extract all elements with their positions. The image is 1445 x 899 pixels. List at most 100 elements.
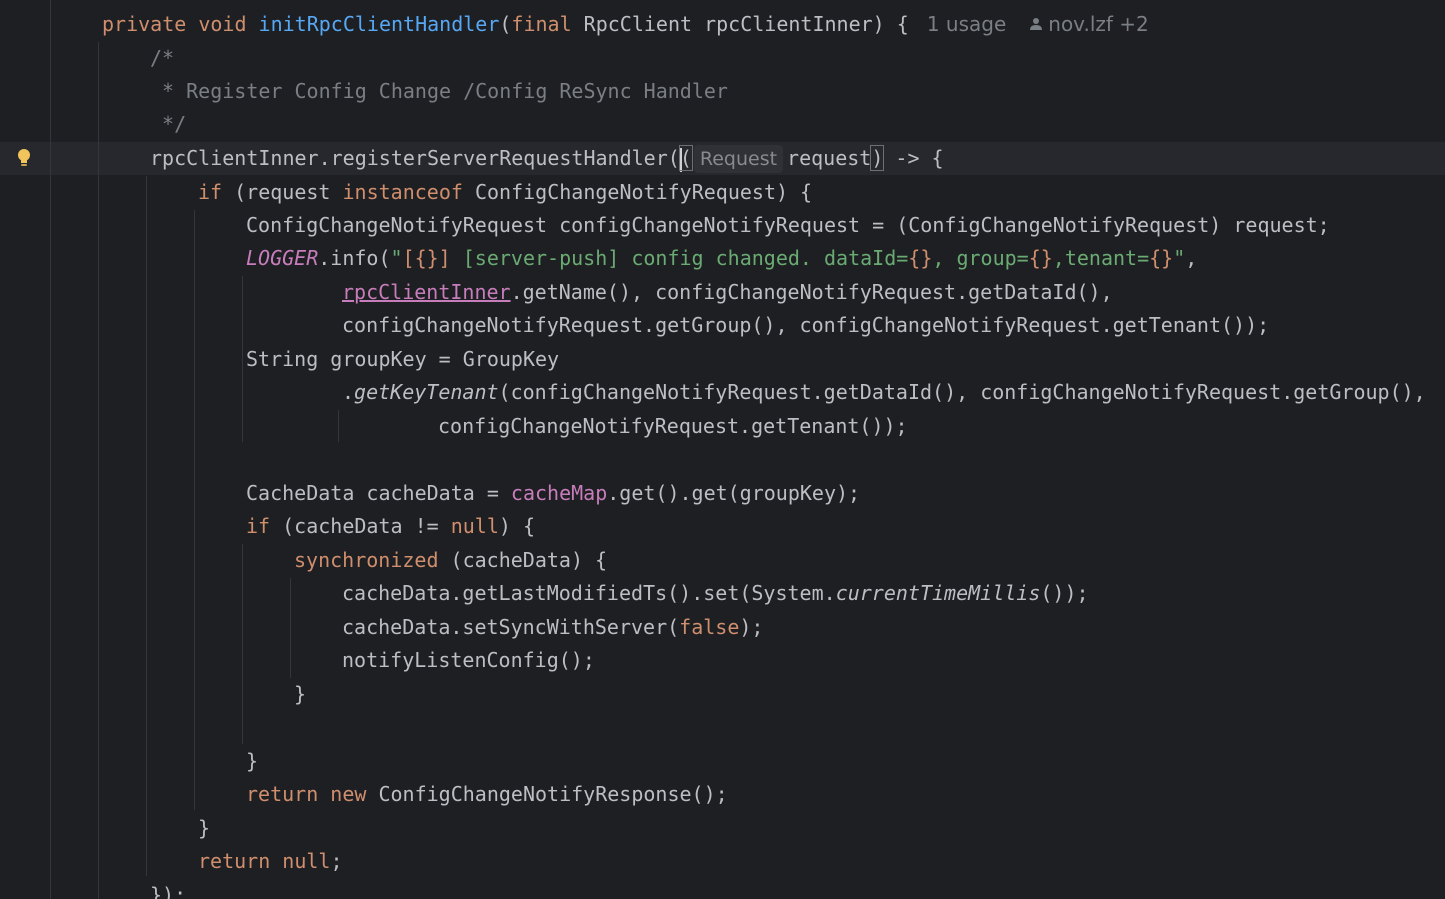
code-token: }); [150, 883, 187, 899]
code-token: (cacheData) { [450, 548, 608, 572]
code-line[interactable]: CacheData cacheData = cacheMap.get().get… [246, 477, 860, 510]
code-line[interactable]: synchronized (cacheData) { [294, 544, 607, 577]
code-token: false [679, 615, 740, 639]
code-token: final [511, 12, 584, 36]
code-token: ( [499, 12, 512, 36]
code-token: cacheData.getLastModifiedTs().set(System… [342, 581, 836, 605]
code-line[interactable]: LOGGER.info("[{}] [server-push] config c… [246, 242, 1197, 275]
author-name: nov.lzf +2 [1048, 12, 1149, 36]
code-token: cacheData.setSyncWithServer( [342, 615, 680, 639]
code-token: .getName(), configChangeNotifyRequest.ge… [510, 280, 1113, 304]
code-token: ConfigChangeNotifyRequest configChangeNo… [246, 213, 1330, 237]
code-token: */ [150, 112, 187, 136]
code-token: notifyListenConfig(); [342, 648, 595, 672]
code-token: (cacheData != [282, 514, 451, 538]
usage-count-hint[interactable]: 1 usage [927, 12, 1006, 36]
code-token: configChangeNotifyRequest.getGroup(), co… [342, 313, 1270, 337]
code-token: request [787, 146, 872, 170]
code-token: String groupKey = GroupKey [246, 347, 560, 371]
code-token: ; [330, 849, 343, 873]
code-token: new [330, 782, 379, 806]
indent-guide [194, 210, 195, 810]
code-token: instanceof [342, 180, 475, 204]
code-line[interactable]: if (request instanceof ConfigChangeNotif… [198, 176, 812, 209]
code-token: synchronized [294, 548, 451, 572]
code-token: if [198, 180, 235, 204]
code-line[interactable]: } [198, 812, 210, 845]
code-token: initRpcClientHandler [258, 12, 500, 36]
code-line[interactable]: ConfigChangeNotifyRequest configChangeNo… [246, 209, 1330, 242]
code-line[interactable]: */ [150, 108, 186, 141]
indent-guide [242, 544, 243, 744]
code-token: " [390, 246, 403, 270]
code-token: {} [1028, 246, 1053, 270]
code-line[interactable]: rpcClientInner.registerServerRequestHand… [150, 142, 944, 175]
editor-gutter[interactable] [0, 0, 50, 899]
code-token: .get().get(groupKey); [607, 481, 861, 505]
parameter-hint: Request [693, 145, 784, 173]
code-token: rpcClientInner [342, 280, 511, 304]
code-token: configChangeNotifyRequest.getTenant()); [438, 414, 908, 438]
code-token: {} [908, 246, 933, 270]
matched-paren: ( [678, 145, 693, 171]
code-token: ,tenant= [1052, 246, 1150, 270]
code-token: [server-push] config changed. dataId= [450, 246, 909, 270]
code-line[interactable]: return null; [198, 845, 343, 878]
code-line[interactable]: cacheData.getLastModifiedTs().set(System… [342, 577, 1089, 610]
code-line[interactable]: } [246, 745, 258, 778]
person-icon [1030, 17, 1042, 31]
code-token: , group= [932, 246, 1029, 270]
code-token: .info( [318, 246, 391, 270]
code-token: (request [234, 180, 343, 204]
code-token: {} [1149, 246, 1174, 270]
code-token: return [198, 849, 283, 873]
code-token: " [1173, 246, 1186, 270]
lightbulb-icon[interactable] [15, 148, 33, 168]
code-token: } [246, 749, 259, 773]
code-token: rpcClientInner.registerServerRequestHand… [150, 146, 680, 170]
code-line[interactable]: if (cacheData != null) { [246, 510, 535, 543]
code-token: ConfigChangeNotifyRequest) { [474, 180, 813, 204]
indent-guide [146, 176, 147, 876]
code-line[interactable]: } [294, 678, 306, 711]
code-token: * Register Config Change /Config ReSync … [150, 79, 728, 103]
code-token: return [246, 782, 331, 806]
author-hint[interactable]: nov.lzf +2 [1030, 12, 1149, 36]
code-line[interactable]: String groupKey = GroupKey [246, 343, 559, 376]
code-token: null [282, 849, 331, 873]
indent-guide [50, 0, 51, 899]
code-token: null [450, 514, 499, 538]
indent-guide [338, 410, 339, 442]
code-token: currentTimeMillis [835, 581, 1041, 605]
code-line[interactable]: configChangeNotifyRequest.getGroup(), co… [342, 309, 1269, 342]
code-token: (configChangeNotifyRequest.getDataId(), … [498, 380, 1426, 404]
code-token: . [342, 380, 355, 404]
code-token: ConfigChangeNotifyResponse(); [378, 782, 728, 806]
code-token: -> { [883, 146, 944, 170]
code-token: void [198, 12, 259, 36]
code-line[interactable]: /* [150, 42, 174, 75]
indent-guide [98, 42, 99, 899]
matched-paren: ) [870, 145, 885, 171]
code-line[interactable]: .getKeyTenant(configChangeNotifyRequest.… [342, 376, 1426, 409]
code-line[interactable]: }); [150, 879, 186, 899]
code-line[interactable]: notifyListenConfig(); [342, 644, 595, 677]
code-line[interactable]: private void initRpcClientHandler(final … [102, 8, 1149, 41]
code-token: , [1185, 246, 1198, 270]
code-token: cacheMap [510, 481, 608, 505]
code-line[interactable]: cacheData.setSyncWithServer(false); [342, 611, 763, 644]
code-token: } [294, 682, 307, 706]
code-line[interactable]: rpcClientInner.getName(), configChangeNo… [342, 276, 1113, 309]
code-line[interactable]: * Register Config Change /Config ReSync … [150, 75, 728, 108]
code-token: } [198, 816, 211, 840]
code-token: CacheData cacheData = [246, 481, 511, 505]
code-token: LOGGER [246, 246, 319, 270]
indent-guide [242, 276, 243, 442]
code-token: getKeyTenant [354, 380, 499, 404]
code-line[interactable]: return new ConfigChangeNotifyResponse(); [246, 778, 728, 811]
code-token: if [246, 514, 283, 538]
code-line[interactable]: configChangeNotifyRequest.getTenant()); [438, 410, 908, 443]
code-token: private [102, 12, 199, 36]
code-editor[interactable]: private void initRpcClientHandler(final … [0, 0, 1445, 899]
code-token: ) { [498, 514, 535, 538]
